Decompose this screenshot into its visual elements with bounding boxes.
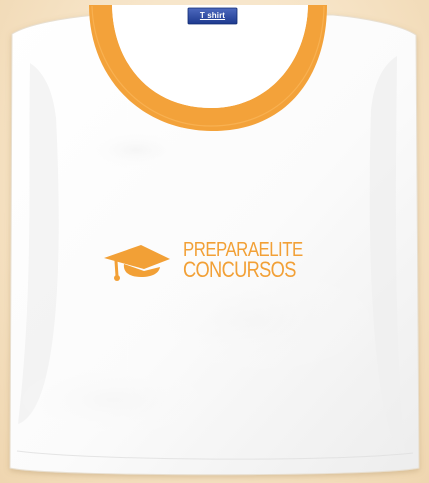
graduation-cap-icon [104, 245, 170, 281]
brand-name-line-2: CONCURSOS [183, 257, 296, 282]
brand-name: PREPARAELITE CONCURSOS [183, 240, 325, 282]
fabric-wrinkle-bottom [23, 366, 203, 434]
fabric-wrinkle-center [130, 270, 370, 370]
fabric-wrinkle-top [89, 132, 183, 168]
label-tag-text: T shirt [199, 11, 226, 20]
brand-logo: PREPARAELITE CONCURSOS [104, 240, 330, 283]
product-preview: T shirt PREPARAELITE CONCURSOS [0, 0, 429, 483]
